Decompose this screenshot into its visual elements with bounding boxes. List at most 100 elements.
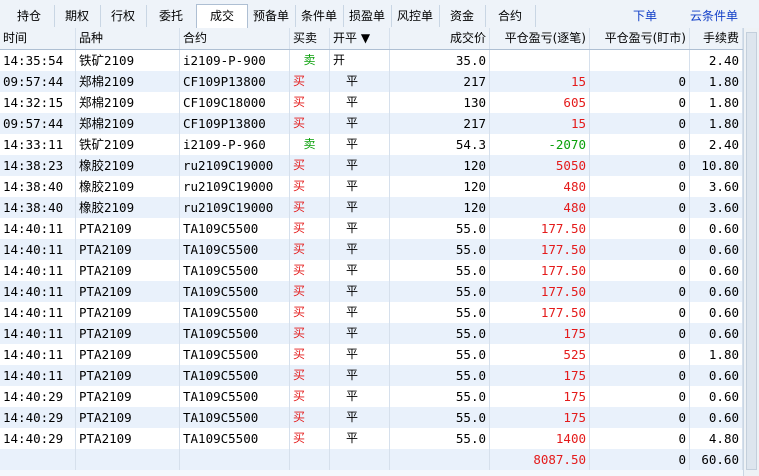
cell-product: PTA2109 xyxy=(76,260,180,281)
cell-product: 橡胶2109 xyxy=(76,155,180,176)
cell-contract: TA109C5500 xyxy=(180,281,290,302)
cell-pnl-close: -2070 xyxy=(490,134,590,155)
cell-open-close: 平 xyxy=(330,218,390,239)
tab-exercise[interactable]: 行权 xyxy=(100,5,147,27)
cell-price: 130 xyxy=(390,92,490,113)
cell-fee: 0.60 xyxy=(690,386,743,407)
tab-orders[interactable]: 委托 xyxy=(146,5,197,27)
cell-pnl-mtm: 0 xyxy=(590,281,690,302)
cell-side: 买 xyxy=(290,155,330,176)
cell-pnl-close: 15 xyxy=(490,113,590,134)
cell-side: 卖 xyxy=(290,134,330,155)
header-fee[interactable]: 手续费 xyxy=(690,28,743,49)
table-row[interactable]: 14:40:11 PTA2109 TA109C5500 买平 55.0 177.50 0 0.… xyxy=(0,302,743,323)
cell-pnl-mtm: 0 xyxy=(590,218,690,239)
table-row[interactable]: 14:40:11 PTA2109 TA109C5500 买平 55.0 177.50 0 0.… xyxy=(0,239,743,260)
cell-pnl-mtm: 0 xyxy=(590,302,690,323)
cell-time: 14:40:29 xyxy=(0,386,76,407)
table-row[interactable]: 14:40:11 PTA2109 TA109C5500 买平 55.0 175 0 0.60 xyxy=(0,323,743,344)
cell-pnl-mtm: 0 xyxy=(590,260,690,281)
header-product[interactable]: 品种 xyxy=(76,28,180,49)
cell-open-close: 平 xyxy=(330,92,390,113)
cell-side: 买 xyxy=(290,260,330,281)
cell-product: 橡胶2109 xyxy=(76,197,180,218)
cell-product: 铁矿2109 xyxy=(76,50,180,71)
table-row[interactable]: 14:40:11 PTA2109 TA109C5500 买平 55.0 177.50 0 0.… xyxy=(0,218,743,239)
table-row[interactable]: 14:40:29 PTA2109 TA109C5500 买平 55.0 1400 0 4.80 xyxy=(0,428,743,449)
cell-side: 买 xyxy=(290,113,330,134)
table-row[interactable]: 14:40:11 PTA2109 TA109C5500 买平 55.0 175 0 0.60 xyxy=(0,365,743,386)
cell-time: 14:38:40 xyxy=(0,197,76,218)
tab-positions[interactable]: 持仓 xyxy=(4,5,55,27)
table-row[interactable]: 09:57:44 郑棉2109 CF109P13800 买平 217 15 0 1.80 xyxy=(0,71,743,92)
cloud-conditional-link[interactable]: 云条件单 xyxy=(690,5,738,27)
table-row[interactable]: 14:40:29 PTA2109 TA109C5500 买平 55.0 175 0 0.60 xyxy=(0,386,743,407)
cell-price: 120 xyxy=(390,155,490,176)
cell-pnl-close: 480 xyxy=(490,197,590,218)
total-empty-cell xyxy=(290,449,330,470)
cell-side: 买 xyxy=(290,218,330,239)
header-time[interactable]: 时间 xyxy=(0,28,76,49)
cell-contract: ru2109C19000 xyxy=(180,176,290,197)
cell-price: 217 xyxy=(390,71,490,92)
cell-side: 买 xyxy=(290,302,330,323)
cell-open-close: 平 xyxy=(330,407,390,428)
table-row[interactable]: 09:57:44 郑棉2109 CF109P13800 买平 217 15 0 1.80 xyxy=(0,113,743,134)
total-pnl-mtm: 0 xyxy=(590,449,690,470)
cell-price: 217 xyxy=(390,113,490,134)
table-row[interactable]: 14:40:11 PTA2109 TA109C5500 买平 55.0 177.50 0 0.… xyxy=(0,260,743,281)
header-contract[interactable]: 合约 xyxy=(180,28,290,49)
total-pnl-close: 8087.50 xyxy=(490,449,590,470)
table-row[interactable]: 14:32:15 郑棉2109 CF109C18000 买平 130 605 0 1.80 xyxy=(0,92,743,113)
tab-options[interactable]: 期权 xyxy=(54,5,101,27)
header-price[interactable]: 成交价 xyxy=(390,28,490,49)
tab-contracts[interactable]: 合约 xyxy=(485,5,536,27)
cell-pnl-close: 177.50 xyxy=(490,302,590,323)
cell-contract: i2109-P-900 xyxy=(180,50,290,71)
place-order-link[interactable]: 下单 xyxy=(633,5,657,27)
cell-time: 14:40:11 xyxy=(0,344,76,365)
scrollbar-thumb[interactable] xyxy=(746,32,757,470)
cell-pnl-close: 177.50 xyxy=(490,239,590,260)
cell-fee: 1.80 xyxy=(690,92,743,113)
tab-conditional-orders[interactable]: 条件单 xyxy=(295,5,344,27)
cell-price: 55.0 xyxy=(390,407,490,428)
table-row[interactable]: 14:38:40 橡胶2109 ru2109C19000 买平 120 480 0 3.60 xyxy=(0,197,743,218)
table-row[interactable]: 14:40:29 PTA2109 TA109C5500 买平 55.0 175 0 0.60 xyxy=(0,407,743,428)
cell-open-close: 平 xyxy=(330,323,390,344)
cell-pnl-close: 525 xyxy=(490,344,590,365)
cell-contract: i2109-P-960 xyxy=(180,134,290,155)
cell-price: 55.0 xyxy=(390,323,490,344)
cell-fee: 0.60 xyxy=(690,323,743,344)
cell-product: PTA2109 xyxy=(76,218,180,239)
table-row[interactable]: 14:40:11 PTA2109 TA109C5500 买平 55.0 525 0 1.80 xyxy=(0,344,743,365)
header-open-close[interactable]: 开平 ▼ xyxy=(330,28,390,49)
table-row[interactable]: 14:33:11 铁矿2109 i2109-P-960 卖平 54.3 -2070 0 2.4… xyxy=(0,134,743,155)
cell-side: 买 xyxy=(290,71,330,92)
cell-side: 买 xyxy=(290,281,330,302)
cell-contract: CF109P13800 xyxy=(180,113,290,134)
cell-pnl-mtm: 0 xyxy=(590,323,690,344)
cell-contract: TA109C5500 xyxy=(180,386,290,407)
vertical-scrollbar[interactable] xyxy=(743,28,759,476)
totals-row[interactable]: 8087.50 0 60.60 xyxy=(0,449,743,470)
table-row[interactable]: 14:40:11 PTA2109 TA109C5500 买平 55.0 177.50 0 0.… xyxy=(0,281,743,302)
cell-price: 55.0 xyxy=(390,365,490,386)
cell-time: 09:57:44 xyxy=(0,113,76,134)
table-row[interactable]: 14:35:54 铁矿2109 i2109-P-900 卖开 35.0 2.40 xyxy=(0,50,743,71)
cell-product: PTA2109 xyxy=(76,365,180,386)
tab-stop-orders[interactable]: 损盈单 xyxy=(343,5,392,27)
cell-contract: TA109C5500 xyxy=(180,407,290,428)
tab-risk-orders[interactable]: 风控单 xyxy=(391,5,440,27)
table-row[interactable]: 14:38:40 橡胶2109 ru2109C19000 买平 120 480 0 3.60 xyxy=(0,176,743,197)
header-pnl-close[interactable]: 平仓盈亏(逐笔) xyxy=(490,28,590,49)
table-row[interactable]: 14:38:23 橡胶2109 ru2109C19000 买平 120 5050 0 10.8… xyxy=(0,155,743,176)
tab-funds[interactable]: 资金 xyxy=(439,5,486,27)
tab-trades[interactable]: 成交 xyxy=(196,4,248,30)
cell-side: 买 xyxy=(290,197,330,218)
header-side[interactable]: 买卖 xyxy=(290,28,330,49)
cell-pnl-close: 175 xyxy=(490,323,590,344)
header-pnl-mtm[interactable]: 平仓盈亏(盯市) xyxy=(590,28,690,49)
tab-prepared-orders[interactable]: 预备单 xyxy=(247,5,296,27)
cell-time: 14:40:11 xyxy=(0,239,76,260)
